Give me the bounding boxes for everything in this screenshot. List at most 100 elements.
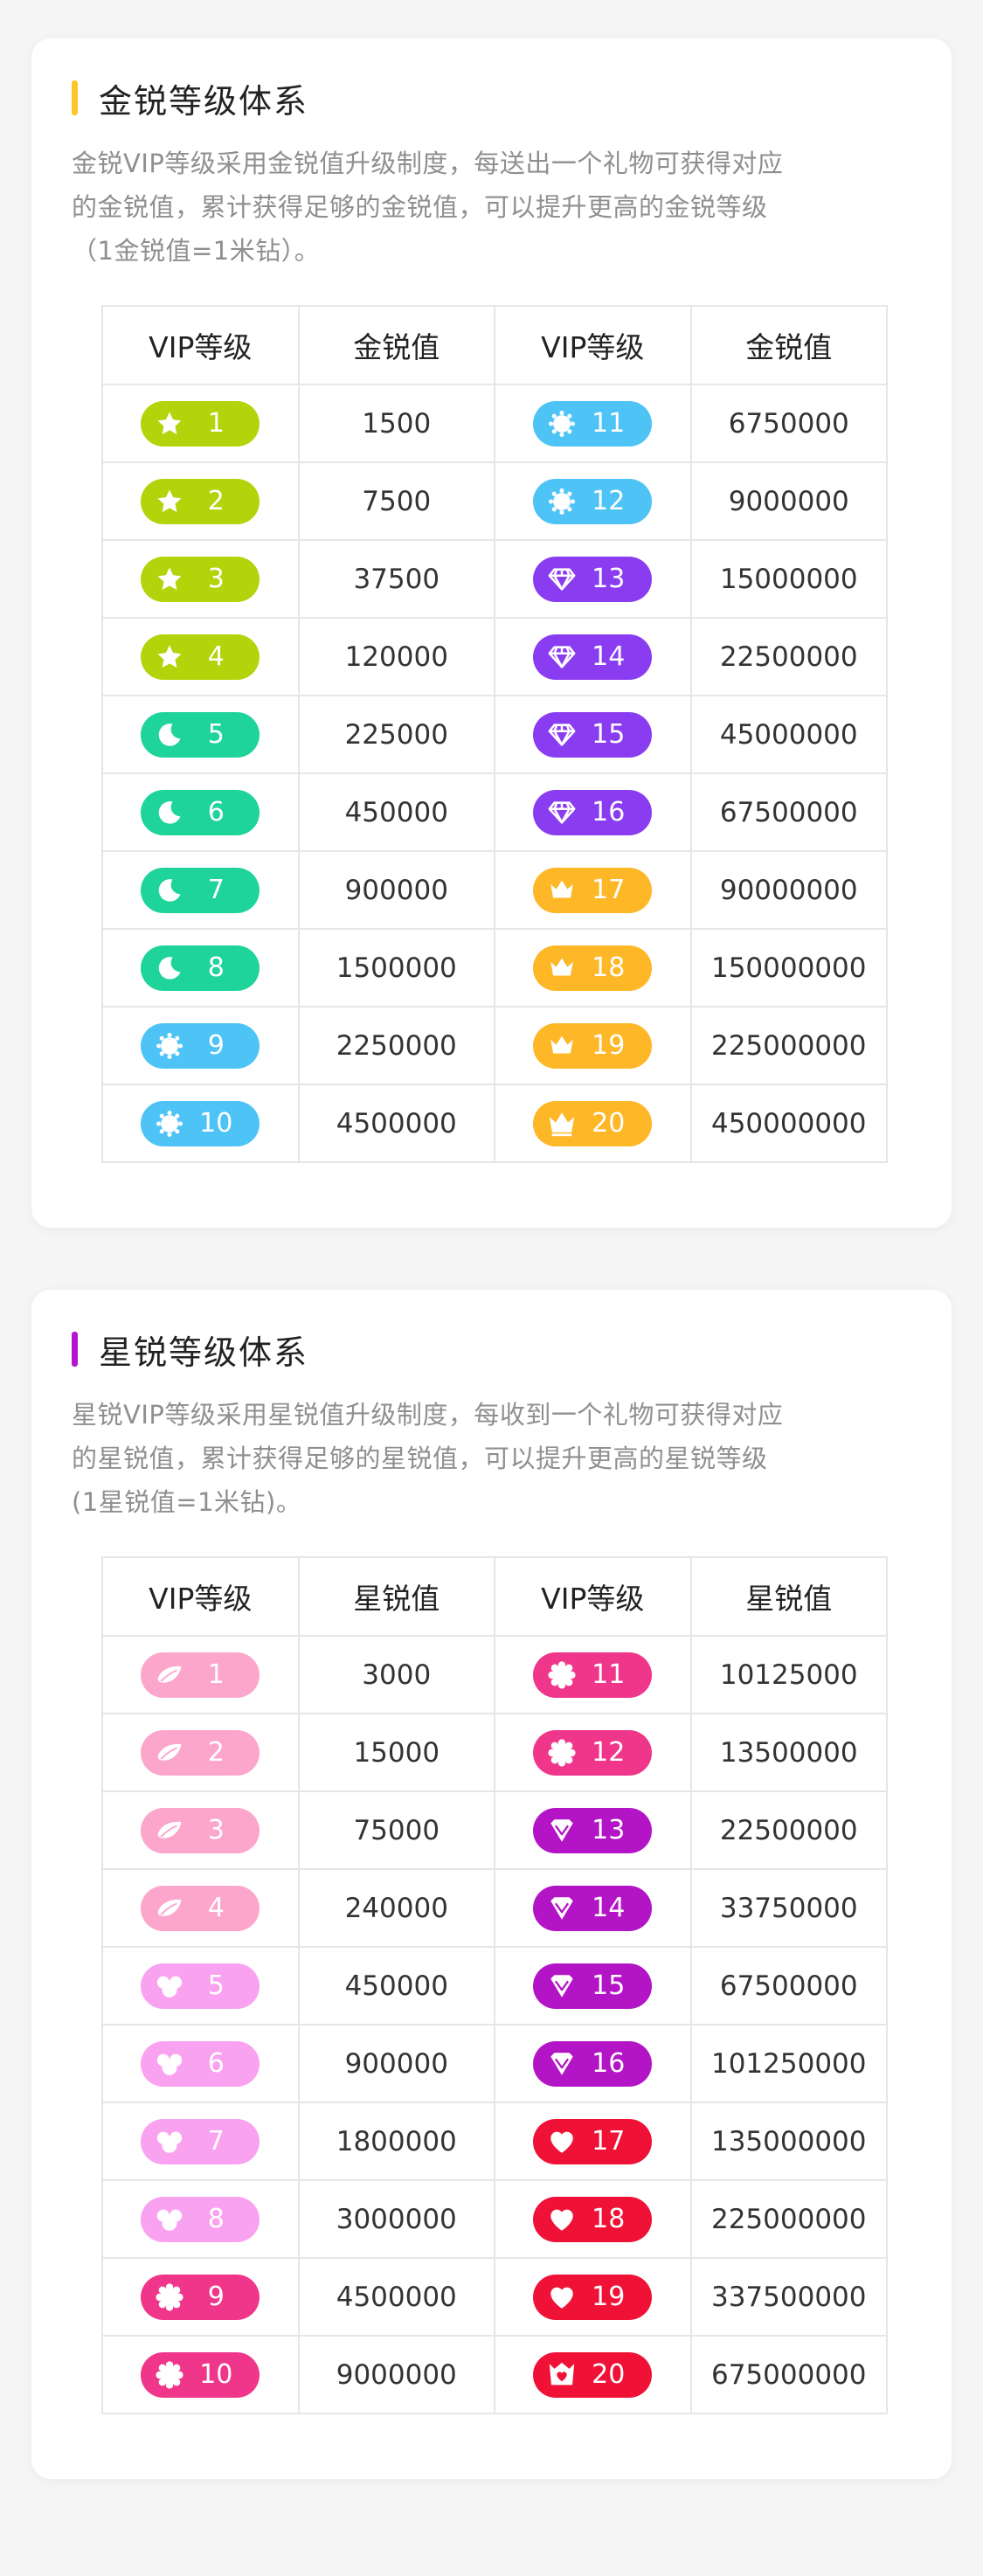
- vip-level-badge: 18: [533, 2196, 653, 2242]
- level-value-cell: 13500000: [689, 1713, 888, 1792]
- vip-level-number: 9: [207, 2282, 225, 2312]
- table-row: 5 450000 15 67500000: [101, 1946, 888, 2025]
- flower-icon: [547, 1738, 577, 1768]
- vip-level-badge: 17: [533, 867, 653, 913]
- vip-level-number: 6: [207, 797, 225, 828]
- vip-level-number: 4: [207, 641, 225, 672]
- vip-level-number: 19: [592, 1030, 626, 1061]
- petal-icon: [155, 1738, 184, 1768]
- level-badge-cell: 8: [101, 928, 300, 1008]
- gem-heart-icon: [547, 1894, 577, 1923]
- vip-level-number: 9: [207, 1030, 225, 1061]
- table-row: 10 9000000 20 675000000: [101, 2335, 888, 2414]
- vip-level-number: 8: [207, 952, 225, 983]
- flower-icon: [155, 2282, 184, 2312]
- level-value-cell: 450000: [297, 772, 495, 852]
- header-vip-level: VIP等级: [101, 305, 300, 385]
- level-value-cell: 450000: [297, 1946, 495, 2025]
- title-accent-bar: [72, 1332, 78, 1367]
- big-crown-icon: [547, 1109, 577, 1139]
- vip-level-number: 1: [207, 408, 225, 439]
- level-badge-cell: 5: [101, 1946, 300, 2025]
- vip-level-number: 1: [207, 1659, 225, 1690]
- vip-level-badge: 8: [141, 2196, 260, 2242]
- vip-level-number: 17: [592, 875, 626, 905]
- table-row: 3 75000 13 22500000: [101, 1790, 888, 1870]
- level-value-cell: 225000000: [689, 2179, 888, 2259]
- sun-icon: [547, 409, 577, 439]
- level-badge-cell: 10: [101, 2335, 300, 2414]
- vip-level-badge: 3: [141, 1807, 260, 1853]
- vip-level-badge: 12: [533, 1729, 653, 1776]
- level-badge-cell: 20: [494, 2335, 692, 2414]
- table-header-row: VIP等级 金锐值 VIP等级 金锐值: [101, 305, 888, 385]
- level-badge-cell: 9: [101, 2257, 300, 2337]
- level-badge-cell: 6: [101, 772, 300, 852]
- vip-level-number: 5: [207, 1970, 225, 2001]
- level-value-cell: 240000: [297, 1868, 495, 1948]
- level-badge-cell: 12: [494, 1713, 692, 1792]
- bloom-icon: [155, 2049, 184, 2079]
- level-badge-cell: 10: [101, 1084, 300, 1163]
- level-badge-cell: 15: [494, 1946, 692, 2025]
- heart-icon: [547, 2205, 577, 2234]
- table-row: 4 240000 14 33750000: [101, 1868, 888, 1948]
- vip-level-badge: 15: [533, 1963, 653, 2009]
- level-badge-cell: 16: [494, 772, 692, 852]
- vip-level-number: 17: [592, 2126, 626, 2157]
- vip-level-badge: 4: [141, 634, 260, 680]
- header-gold-value: 金锐值: [689, 305, 888, 385]
- vip-level-number: 13: [592, 564, 626, 594]
- star-section-title: 星锐等级体系: [72, 1328, 308, 1372]
- header-vip-level: VIP等级: [101, 1556, 300, 1637]
- gold-level-card: 金锐等级体系 金锐VIP等级采用金锐值升级制度，每送出一个礼物可获得对应 的金锐…: [31, 38, 952, 1228]
- star-desc-line: (1星锐值=1米钻)。: [72, 1487, 302, 1517]
- level-value-cell: 22500000: [689, 617, 888, 696]
- gold-section-title: 金锐等级体系: [72, 77, 308, 121]
- table-row: 6 450000 16 67500000: [101, 772, 888, 852]
- level-value-cell: 3000000: [297, 2179, 495, 2259]
- vip-level-badge: 18: [533, 945, 653, 991]
- level-value-cell: 6750000: [689, 384, 888, 463]
- level-badge-cell: 14: [494, 1868, 692, 1948]
- vip-level-number: 14: [592, 1893, 626, 1923]
- star-level-card: 星锐等级体系 星锐VIP等级采用星锐值升级制度，每收到一个礼物可获得对应 的星锐…: [31, 1290, 952, 2479]
- gold-description: 金锐VIP等级采用金锐值升级制度，每送出一个礼物可获得对应 的金锐值，累计获得足…: [72, 142, 919, 273]
- level-badge-cell: 12: [494, 461, 692, 541]
- sun-icon: [155, 1031, 184, 1061]
- vip-level-number: 18: [592, 952, 626, 983]
- table-row: 8 3000000 18 225000000: [101, 2179, 888, 2259]
- gold-desc-line: 的金锐值，累计获得足够的金锐值，可以提升更高的金锐等级: [72, 192, 768, 222]
- table-row: 1 3000 11 10125000: [101, 1635, 888, 1714]
- vip-level-badge: 19: [533, 2274, 653, 2320]
- level-value-cell: 3000: [297, 1635, 495, 1714]
- vip-level-number: 6: [207, 2048, 225, 2079]
- gold-desc-line: （1金锐值=1米钻）。: [72, 236, 321, 266]
- level-value-cell: 450000000: [689, 1084, 888, 1163]
- level-badge-cell: 7: [101, 850, 300, 930]
- bloom-icon: [155, 2205, 184, 2234]
- vip-level-number: 10: [199, 1108, 233, 1139]
- level-badge-cell: 4: [101, 1868, 300, 1948]
- header-gold-value: 金锐值: [297, 305, 495, 385]
- level-badge-cell: 8: [101, 2179, 300, 2259]
- level-value-cell: 15000: [297, 1713, 495, 1792]
- level-value-cell: 9000000: [297, 2335, 495, 2414]
- star-title-text: 星锐等级体系: [99, 1333, 309, 1372]
- level-badge-cell: 6: [101, 2024, 300, 2103]
- vip-level-badge: 17: [533, 2118, 653, 2164]
- crown-icon: [547, 876, 577, 905]
- level-badge-cell: 11: [494, 384, 692, 463]
- level-value-cell: 101250000: [689, 2024, 888, 2103]
- level-badge-cell: 14: [494, 617, 692, 696]
- vip-level-badge: 6: [141, 789, 260, 835]
- level-value-cell: 67500000: [689, 772, 888, 852]
- level-value-cell: 15000000: [689, 539, 888, 619]
- level-badge-cell: 13: [494, 1790, 692, 1870]
- star-level-table: VIP等级 星锐值 VIP等级 星锐值 1 3000 11 10125000 2 1500…: [101, 1556, 888, 2414]
- level-value-cell: 900000: [297, 2024, 495, 2103]
- table-header-row: VIP等级 星锐值 VIP等级 星锐值: [101, 1556, 888, 1637]
- title-accent-bar: [72, 80, 78, 115]
- diamond-icon: [547, 720, 577, 750]
- level-value-cell: 150000000: [689, 928, 888, 1008]
